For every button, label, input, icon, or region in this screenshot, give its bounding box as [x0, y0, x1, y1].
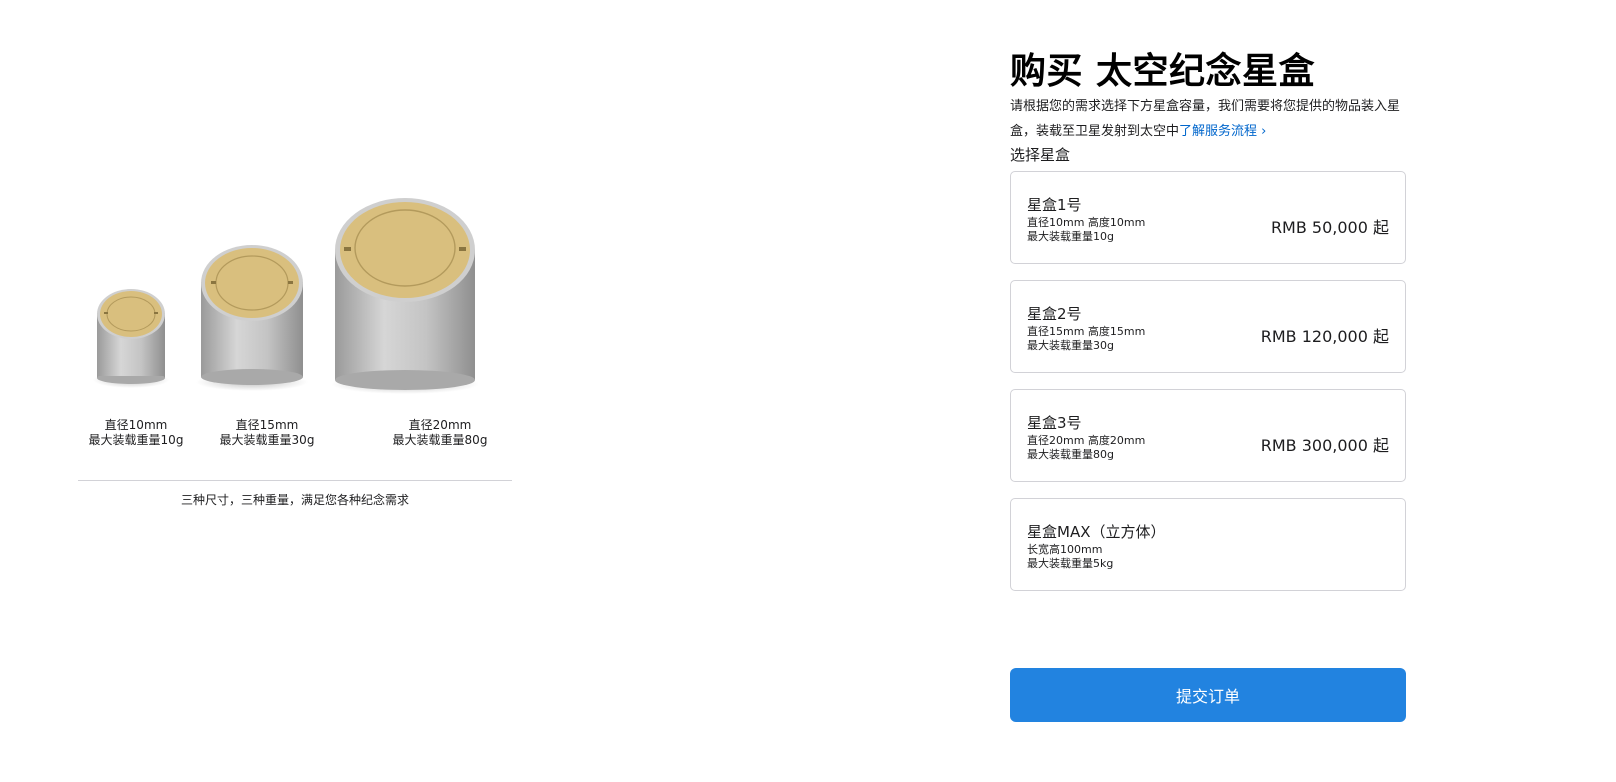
option-dimensions: 直径10mm 高度10mm — [1027, 216, 1146, 229]
purchase-panel: 购买 太空纪念星盒 请根据您的需求选择下方星盒容量，我们需要将您提供的物品装入星… — [1010, 50, 1406, 607]
option-card-capsule-1[interactable]: 星盒1号 直径10mm 高度10mm 最大装载重量10g RMB 50,000 … — [1010, 171, 1406, 264]
large-capsule — [331, 198, 479, 394]
small-capsule-spec: 直径10mm 最大装载重量10g — [86, 418, 186, 448]
section-label: 选择星盒 — [1010, 146, 1071, 164]
product-showcase: 直径10mm 最大装载重量10g 直径15mm 最大装载重量30g 直径20mm… — [78, 190, 512, 520]
option-price: RMB 50,000 起 — [1270, 218, 1389, 237]
large-capsule-capacity: 最大装载重量80g — [392, 433, 488, 447]
option-capacity: 最大装载重量30g — [1027, 339, 1114, 352]
small-capsule-capacity: 最大装载重量10g — [88, 433, 184, 447]
medium-capsule — [196, 245, 308, 391]
option-name: 星盒1号 — [1027, 196, 1082, 214]
capsule-option-list: 星盒1号 直径10mm 高度10mm 最大装载重量10g RMB 50,000 … — [1010, 171, 1406, 591]
option-card-capsule-3[interactable]: 星盒3号 直径20mm 高度20mm 最大装载重量80g RMB 300,000… — [1010, 389, 1406, 482]
showcase-divider — [78, 480, 512, 481]
option-name: 星盒3号 — [1027, 414, 1082, 432]
small-capsule — [93, 289, 169, 388]
option-dimensions: 长宽高100mm — [1027, 543, 1103, 556]
large-capsule-spec: 直径20mm 最大装载重量80g — [390, 418, 490, 448]
medium-capsule-spec: 直径15mm 最大装载重量30g — [217, 418, 317, 448]
medium-capsule-capacity: 最大装载重量30g — [219, 433, 315, 447]
option-card-capsule-2[interactable]: 星盒2号 直径15mm 高度15mm 最大装载重量30g RMB 120,000… — [1010, 280, 1406, 373]
option-price: RMB 120,000 起 — [1260, 327, 1389, 346]
service-process-link[interactable]: 了解服务流程 › — [1179, 124, 1266, 139]
small-capsule-diameter: 直径10mm — [104, 418, 168, 432]
showcase-footnote: 三种尺寸，三种重量，满足您各种纪念需求 — [180, 493, 409, 507]
medium-capsule-diameter: 直径15mm — [235, 418, 299, 432]
option-name: 星盒2号 — [1027, 305, 1082, 323]
option-capacity: 最大装载重量80g — [1027, 448, 1114, 461]
capsule-product-image — [93, 198, 479, 394]
large-capsule-diameter: 直径20mm — [408, 418, 472, 432]
option-capacity: 最大装载重量10g — [1027, 230, 1114, 243]
page-title: 购买 太空纪念星盒 — [1010, 51, 1316, 92]
option-card-capsule-max[interactable]: 星盒MAX（立方体） 长宽高100mm 最大装载重量5kg — [1010, 498, 1406, 591]
option-name: 星盒MAX（立方体） — [1027, 523, 1166, 541]
option-price: RMB 300,000 起 — [1260, 436, 1389, 455]
submit-order-button[interactable]: 提交订单 — [1010, 668, 1406, 722]
intro-text: 请根据您的需求选择下方星盒容量，我们需要将您提供的物品装入星盒，装载至卫星发射到… — [1010, 94, 1410, 144]
option-capacity: 最大装载重量5kg — [1027, 557, 1114, 570]
option-dimensions: 直径20mm 高度20mm — [1027, 434, 1146, 447]
option-dimensions: 直径15mm 高度15mm — [1027, 325, 1146, 338]
